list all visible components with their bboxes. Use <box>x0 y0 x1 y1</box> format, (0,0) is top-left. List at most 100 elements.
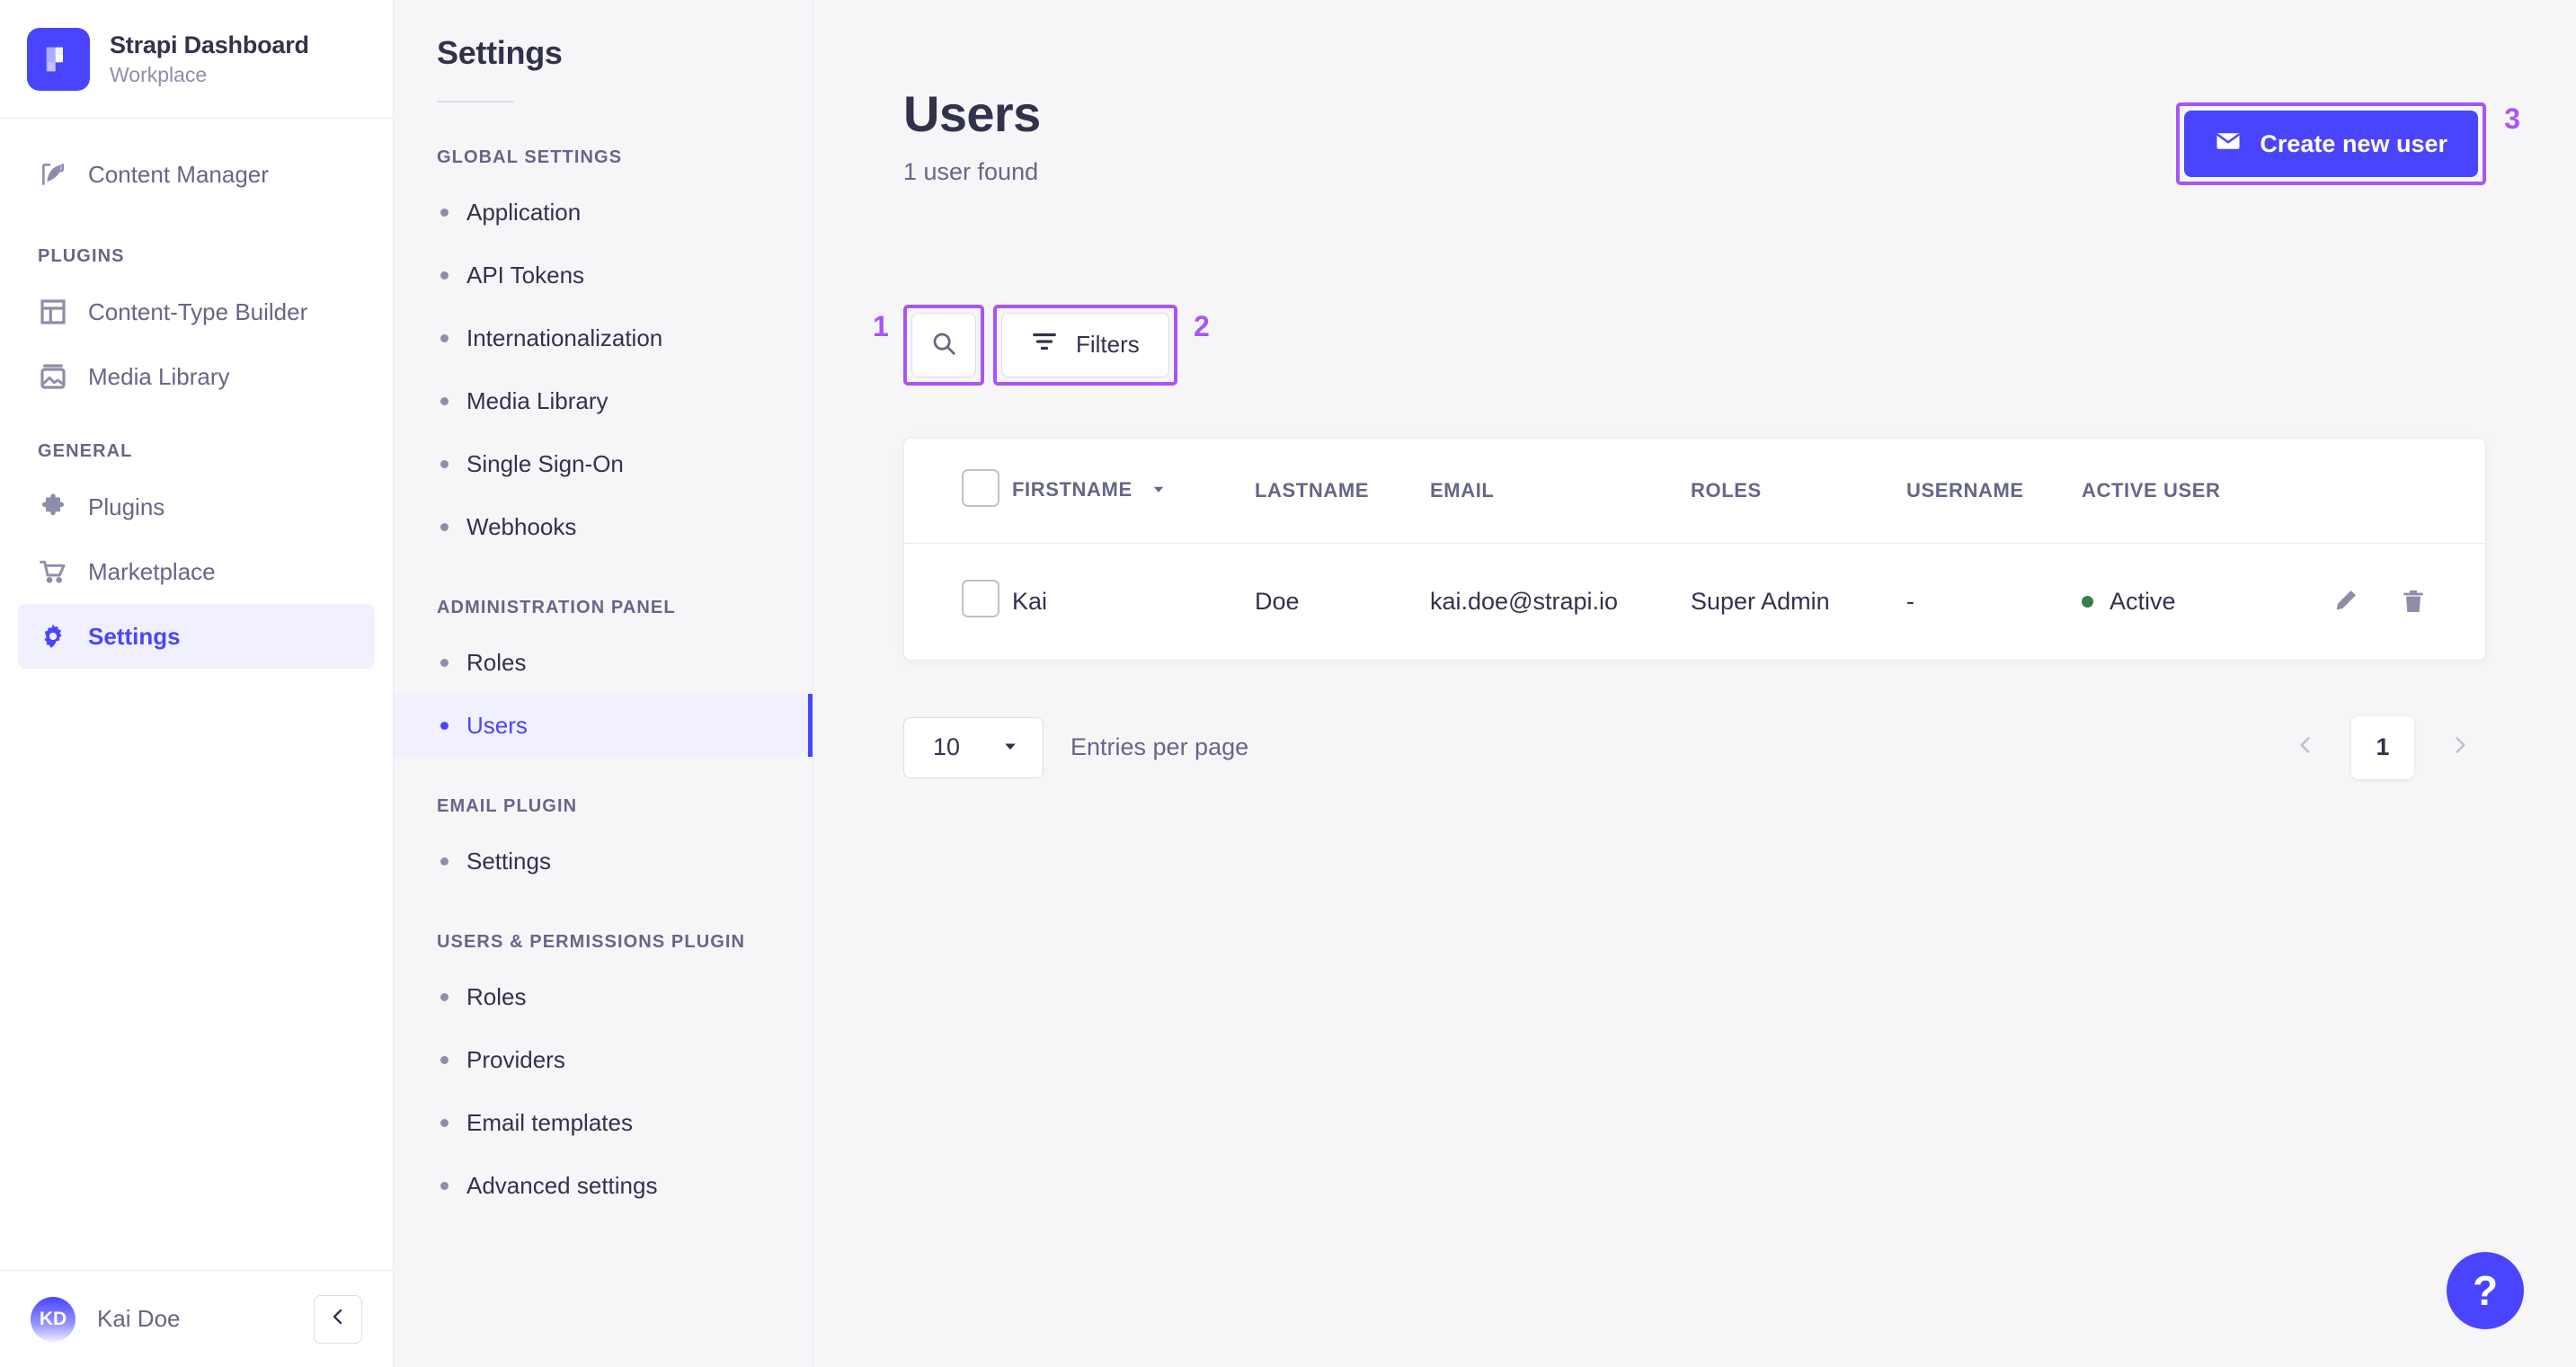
bullet-icon <box>440 857 449 865</box>
chevron-down-icon <box>1001 733 1019 761</box>
search-button[interactable] <box>911 312 976 377</box>
subnav-item-label: Advanced settings <box>466 1171 658 1199</box>
column-header-actions <box>2315 438 2485 544</box>
layout-icon <box>38 297 68 327</box>
app-root: Strapi Dashboard Workplace Content Manag… <box>0 0 2576 1367</box>
page-title: Users <box>903 85 1041 142</box>
pagination-bar: 10 Entries per page 1 <box>903 715 2486 779</box>
subnav-item-users[interactable]: Users <box>394 694 813 757</box>
status-label: Active <box>2110 587 2176 615</box>
main-sidebar: Strapi Dashboard Workplace Content Manag… <box>0 0 394 1367</box>
sidebar-item-content-manager[interactable]: Content Manager <box>18 142 375 207</box>
subnav-section-title: ADMINISTRATION PANEL <box>437 598 676 617</box>
subnav-item-advanced-settings[interactable]: Advanced settings <box>394 1154 813 1217</box>
cell-roles: Super Admin <box>1691 587 1830 615</box>
settings-subnav-header: Settings <box>394 0 813 102</box>
bullet-icon <box>440 1055 449 1064</box>
chevron-right-icon <box>2448 733 2472 761</box>
cell-firstname: Kai <box>1012 587 1048 615</box>
subnav-item-label: Providers <box>466 1045 565 1073</box>
subnav-item-label: Roles <box>466 648 527 676</box>
subnav-item-api-tokens[interactable]: API Tokens <box>394 244 813 306</box>
status-badge: Active <box>2082 588 2315 616</box>
subnav-item-single-sign-on[interactable]: Single Sign-On <box>394 432 813 495</box>
subnav-item-email-settings[interactable]: Settings <box>394 830 813 892</box>
sidebar-item-label: Settings <box>88 622 181 650</box>
cell-email: kai.doe@strapi.io <box>1430 587 1619 615</box>
envelope-icon <box>2215 128 2242 161</box>
pencil-icon[interactable] <box>2331 587 2359 616</box>
table-row[interactable]: Kai Doe kai.doe@strapi.io Super Admin - … <box>904 543 2485 660</box>
subnav-item-label: Webhooks <box>466 512 577 540</box>
caret-down-icon[interactable] <box>1150 479 1167 502</box>
search-icon <box>930 330 957 360</box>
toolbar: 1 2 Filters <box>873 304 2486 386</box>
annotation-2: 2 <box>1193 309 1210 342</box>
sidebar-item-label: Media Library <box>88 362 230 390</box>
sidebar-collapse-button[interactable] <box>314 1294 362 1344</box>
bullet-icon <box>440 1181 449 1190</box>
main-content: Users 1 user found 3 Create new user 1 2… <box>813 0 2576 1367</box>
cell-lastname: Doe <box>1255 587 1300 615</box>
sidebar-item-settings[interactable]: Settings <box>18 604 375 669</box>
column-header-label: FIRSTNAME <box>1012 478 1133 501</box>
column-header-active-user[interactable]: ACTIVE USER <box>2082 438 2315 544</box>
create-user-highlight: 3 Create new user <box>2176 102 2520 185</box>
select-all-checkbox[interactable] <box>962 468 999 507</box>
gear-icon <box>38 621 68 652</box>
bullet-icon <box>440 459 449 468</box>
subnav-item-media-library[interactable]: Media Library <box>394 369 813 432</box>
sidebar-section-plugins: PLUGINS <box>38 246 125 266</box>
previous-page-button[interactable] <box>2279 722 2332 774</box>
sidebar-item-plugins[interactable]: Plugins <box>18 475 375 539</box>
cell-active-user: Active <box>2082 543 2315 660</box>
table-head: FIRSTNAME LASTNAME EMAIL ROLES USERNAME … <box>904 438 2485 544</box>
avatar[interactable]: KD <box>31 1296 76 1342</box>
bullet-icon <box>440 396 449 405</box>
subnav-item-email-templates[interactable]: Email templates <box>394 1091 813 1154</box>
subnav-item-label: Settings <box>466 847 551 874</box>
subnav-item-roles-up[interactable]: Roles <box>394 965 813 1028</box>
subnav-section-users-permissions-plugin: USERS & PERMISSIONS PLUGIN Roles Provide… <box>394 932 813 1217</box>
column-header-lastname[interactable]: LASTNAME <box>1255 438 1430 544</box>
row-checkbox[interactable] <box>962 579 999 617</box>
subnav-section-administration-panel: ADMINISTRATION PANEL Roles Users <box>394 598 813 757</box>
subnav-item-internationalization[interactable]: Internationalization <box>394 306 813 369</box>
feather-icon <box>38 159 68 190</box>
annotation-3: 3 <box>2504 102 2520 135</box>
trash-icon[interactable] <box>2399 587 2428 616</box>
column-header-username[interactable]: USERNAME <box>1906 438 2082 544</box>
subnav-section-title: USERS & PERMISSIONS PLUGIN <box>437 932 746 952</box>
subnav-item-providers[interactable]: Providers <box>394 1028 813 1091</box>
brand-title: Strapi Dashboard <box>110 31 309 58</box>
brand-header[interactable]: Strapi Dashboard Workplace <box>0 0 393 119</box>
column-header-email[interactable]: EMAIL <box>1430 438 1691 544</box>
sidebar-item-content-type-builder[interactable]: Content-Type Builder <box>18 280 375 344</box>
select-all-header <box>904 438 1012 544</box>
brand-subtitle: Workplace <box>110 62 208 86</box>
table-header-row: FIRSTNAME LASTNAME EMAIL ROLES USERNAME … <box>904 438 2485 544</box>
entries-per-page-select[interactable]: 10 <box>903 716 1044 778</box>
sidebar-item-media-library[interactable]: Media Library <box>18 344 375 409</box>
column-header-roles[interactable]: ROLES <box>1691 438 1906 544</box>
subnav-item-label: Single Sign-On <box>466 449 624 477</box>
subnav-item-label: Media Library <box>466 386 608 414</box>
filters-label: Filters <box>1076 331 1140 359</box>
bullet-icon <box>440 333 449 342</box>
subnav-item-application[interactable]: Application <box>394 181 813 244</box>
page-number-button[interactable]: 1 <box>2351 715 2414 779</box>
help-button[interactable]: ? <box>2447 1252 2524 1329</box>
create-new-user-button[interactable]: Create new user <box>2184 111 2478 177</box>
subnav-item-roles-admin[interactable]: Roles <box>394 631 813 694</box>
next-page-button[interactable] <box>2434 722 2486 774</box>
sidebar-item-label: Content Manager <box>88 160 269 188</box>
sidebar-item-marketplace[interactable]: Marketplace <box>18 539 375 604</box>
bullet-icon <box>440 721 449 730</box>
column-header-firstname[interactable]: FIRSTNAME <box>1012 438 1255 544</box>
page-nav-group: 1 <box>2279 715 2486 779</box>
sidebar-item-label: Content-Type Builder <box>88 297 308 325</box>
filters-button[interactable]: Filters <box>1001 312 1169 377</box>
bullet-icon <box>440 522 449 531</box>
filters-highlight: 2 Filters <box>993 304 1210 386</box>
subnav-item-webhooks[interactable]: Webhooks <box>394 495 813 558</box>
